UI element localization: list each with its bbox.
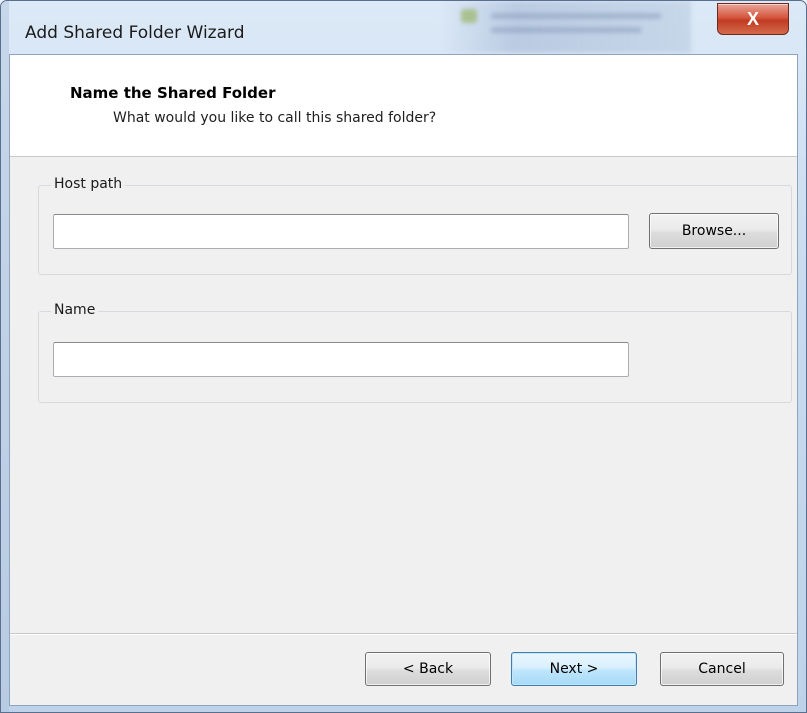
close-button[interactable]: X (717, 3, 789, 35)
host-path-input[interactable] (53, 214, 629, 249)
close-icon: X (746, 8, 759, 29)
page-subtitle: What would you like to call this shared … (113, 110, 437, 126)
window-frame-left (1, 1, 9, 712)
blurred-icon (461, 9, 477, 23)
browse-button[interactable]: Browse... (649, 213, 779, 249)
footer-divider (10, 633, 797, 635)
background-window-blur (441, 1, 691, 53)
wizard-body: Name the Shared Folder What would you li… (9, 54, 798, 706)
back-button[interactable]: < Back (365, 652, 491, 686)
cancel-button[interactable]: Cancel (660, 652, 784, 686)
name-input[interactable] (53, 342, 629, 377)
wizard-window: Add Shared Folder Wizard X Name the Shar… (0, 0, 807, 713)
next-button[interactable]: Next > (511, 652, 637, 686)
name-group: Name (38, 302, 792, 403)
blurred-text (491, 27, 641, 33)
host-path-label: Host path (51, 176, 126, 192)
blurred-text (491, 13, 661, 19)
page-title: Name the Shared Folder (70, 84, 276, 102)
window-title: Add Shared Folder Wizard (25, 23, 245, 43)
host-path-group: Host path Browse... (38, 176, 792, 275)
wizard-header: Name the Shared Folder What would you li… (10, 55, 797, 157)
name-label: Name (51, 302, 99, 318)
